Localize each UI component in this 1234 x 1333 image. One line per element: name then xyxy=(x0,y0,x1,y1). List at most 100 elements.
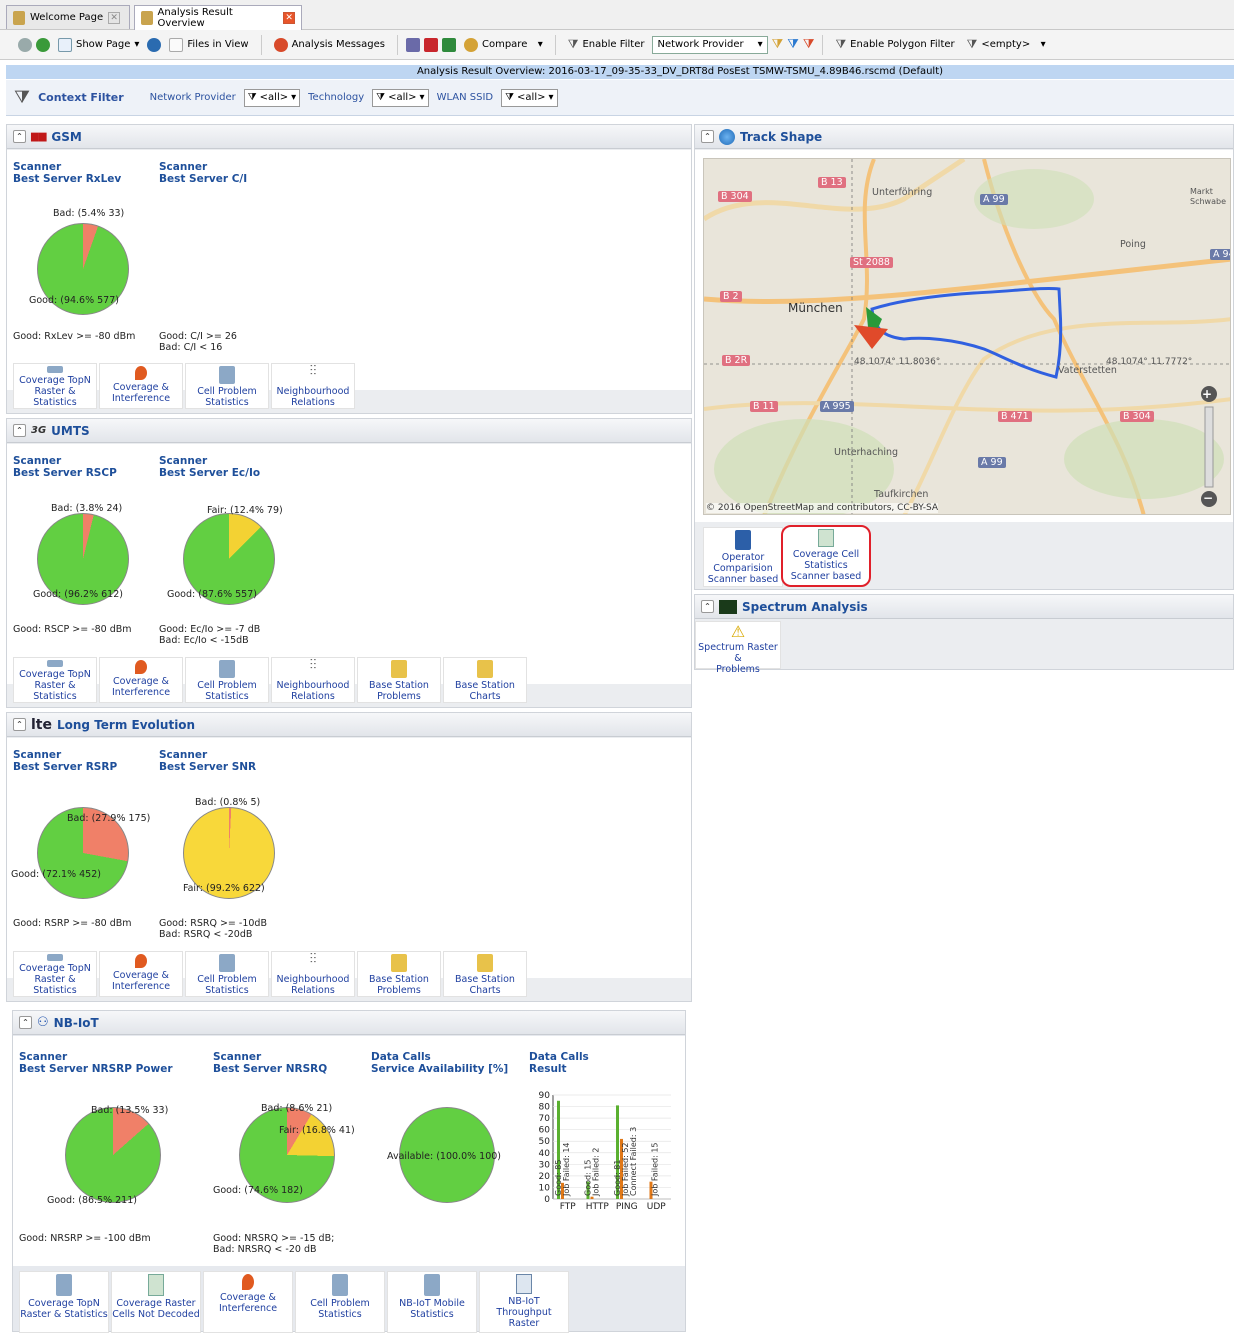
neighbourhood-relations-button[interactable]: ⫶⫶ Neighbourhood Relations xyxy=(271,951,355,997)
report-icon[interactable] xyxy=(405,37,420,52)
cell-problem-statistics-button[interactable]: Cell Problem Statistics xyxy=(185,657,269,703)
page-title: Analysis Result Overview: 2016-03-17_09-… xyxy=(6,65,1234,79)
calculator-icon xyxy=(47,366,63,373)
track-map[interactable]: Unterföhring München Unterhaching Taufki… xyxy=(703,158,1231,515)
compare-button[interactable]: Compare ▾ xyxy=(460,36,547,54)
pdf-icon[interactable] xyxy=(423,37,438,52)
filter-add-icon[interactable]: ⧩ xyxy=(772,37,784,52)
enable-filter-button[interactable]: ⧩ Enable Filter xyxy=(564,35,649,54)
bar-data-label: Job Failed: 2 xyxy=(592,1148,601,1197)
files-in-view-button[interactable]: Files in View xyxy=(165,36,252,54)
context-filter-icon: ⧩ xyxy=(14,87,31,108)
coverage-interference-button[interactable]: Coverage & Interference xyxy=(99,657,183,703)
coverage-cell-statistics-button[interactable]: Coverage Cell Statistics Scanner based xyxy=(781,525,871,587)
tab-analysis-result-overview[interactable]: Analysis Result Overview ✕ xyxy=(134,5,302,30)
gsm-chart2-title: Scanner Best Server C/I xyxy=(159,161,248,185)
calculator-icon xyxy=(47,954,63,961)
lte-pie1-good-label: Good: (72.1% 452) xyxy=(11,869,101,880)
nbiot-pie1-bad-label: Bad: (13.5% 33) xyxy=(91,1105,169,1116)
context-filter-bar: ⧩ Context Filter Network Provider ⧩ <all>… xyxy=(6,80,1234,116)
umts-note2: Good: Ec/Io >= -7 dB Bad: Ec/Io < -15dB xyxy=(159,624,261,646)
wlan-ssid-select[interactable]: ⧩ <all> ▾ xyxy=(501,88,558,107)
cell-problem-statistics-button[interactable]: Cell Problem Statistics xyxy=(185,951,269,997)
operator-comparison-button[interactable]: Operator Comparision Scanner based xyxy=(703,527,783,587)
bar-http-failed xyxy=(590,1196,594,1199)
neighbourhood-relations-button[interactable]: ⫶⫶ Neighbourhood Relations xyxy=(271,363,355,409)
lte-chart2-title: Scanner Best Server SNR xyxy=(159,749,257,773)
zoom-in-icon[interactable]: + xyxy=(1202,387,1212,401)
collapse-icon[interactable]: ⌃ xyxy=(19,1016,32,1029)
wlan-ssid-label: WLAN SSID xyxy=(436,92,494,103)
umts-note1: Good: RSCP >= -80 dBm xyxy=(13,624,132,635)
coverage-topn-button[interactable]: Coverage TopN Raster & Statistics xyxy=(19,1271,109,1333)
base-station-icon xyxy=(391,660,407,678)
lte-pie2-fair-label: Fair: (99.2% 622) xyxy=(183,883,265,894)
coverage-interference-button[interactable]: Coverage & Interference xyxy=(99,951,183,997)
coverage-interference-button[interactable]: Coverage & Interference xyxy=(203,1271,293,1333)
separator xyxy=(396,34,398,55)
y-tick-label: 10 xyxy=(539,1183,551,1193)
nbiot-chart2-title: Scanner Best Server NRSRQ xyxy=(213,1051,328,1075)
network-provider-select[interactable]: ⧩ <all> ▾ xyxy=(243,88,301,107)
coverage-topn-button[interactable]: Coverage TopN Raster & Statistics xyxy=(13,363,97,409)
close-icon[interactable]: ✕ xyxy=(283,12,295,24)
calculator-icon xyxy=(219,660,235,678)
context-filter-label: Context Filter xyxy=(38,91,124,104)
show-page-button[interactable]: Show Page ▾ xyxy=(54,36,143,54)
warning-icon: ⚠ xyxy=(730,622,746,641)
collapse-icon[interactable]: ⌃ xyxy=(13,130,26,143)
network-icon[interactable] xyxy=(147,37,162,52)
map-label-markt-schwaben: Markt Schwabe xyxy=(1190,187,1226,206)
nbiot-buttons: Coverage TopN Raster & Statistics Coverag… xyxy=(19,1271,569,1333)
cell-problem-statistics-button[interactable]: Cell Problem Statistics xyxy=(185,363,269,409)
spectrum-raster-problems-button[interactable]: ⚠ Spectrum Raster & Problems xyxy=(695,621,781,675)
nbiot-throughput-raster-button[interactable]: NB-IoT Throughput Raster xyxy=(479,1271,569,1333)
neighbourhood-relations-button[interactable]: ⫶⫶ Neighbourhood Relations xyxy=(271,657,355,703)
coverage-topn-button[interactable]: Coverage TopN Raster & Statistics xyxy=(13,951,97,997)
road-badge: B 2R xyxy=(722,355,751,366)
y-tick-label: 80 xyxy=(539,1103,551,1113)
chevron-down-icon: ▾ xyxy=(134,39,140,50)
filter-select[interactable]: Network Provider ▾ xyxy=(652,35,768,54)
cell-problem-statistics-button[interactable]: Cell Problem Statistics xyxy=(295,1271,385,1333)
separator xyxy=(554,34,556,55)
technology-label: Technology xyxy=(308,92,365,103)
road-badge: A 995 xyxy=(820,401,854,412)
page-icon xyxy=(13,10,25,25)
forward-icon[interactable] xyxy=(36,37,50,52)
lte-header: ⌃ lte Long Term Evolution xyxy=(7,713,691,737)
enable-polygon-filter-button[interactable]: ⧩ Enable Polygon Filter xyxy=(831,35,958,54)
map-copyright: © 2016 OpenStreetMap and contributors, C… xyxy=(706,503,939,513)
coverage-topn-button[interactable]: Coverage TopN Raster & Statistics xyxy=(13,657,97,703)
lte-note1: Good: RSRP >= -80 dBm xyxy=(13,918,132,929)
filter-apply-icon[interactable]: ⧩ xyxy=(787,37,799,52)
coverage-interference-button[interactable]: Coverage & Interference xyxy=(99,363,183,409)
collapse-icon[interactable]: ⌃ xyxy=(13,424,26,437)
polygon-select[interactable]: ⧩ <empty> ▾ xyxy=(963,35,1050,54)
collapse-icon[interactable]: ⌃ xyxy=(701,600,714,613)
analysis-messages-button[interactable]: Analysis Messages xyxy=(270,36,389,54)
coverage-raster-button[interactable]: Coverage Raster Cells Not Decoded xyxy=(111,1271,201,1333)
map-label-poing: Poing xyxy=(1120,239,1146,250)
nbiot-pie3-label: Available: (100.0% 100) xyxy=(387,1151,502,1162)
nbiot-logo-icon: ⚇ xyxy=(37,1015,49,1030)
base-station-charts-button[interactable]: Base Station Charts xyxy=(443,657,527,703)
filter-remove-icon[interactable]: ⧩ xyxy=(803,37,815,52)
close-icon[interactable]: ✕ xyxy=(108,11,121,24)
technology-select[interactable]: ⧩ <all> ▾ xyxy=(372,88,429,107)
collapse-icon[interactable]: ⌃ xyxy=(701,130,714,143)
base-station-problems-button[interactable]: Base Station Problems xyxy=(357,657,441,703)
gsm-note1: Good: RxLev >= -80 dBm xyxy=(13,331,136,342)
gsm-chart1-title: Scanner Best Server RxLev xyxy=(13,161,122,185)
zoom-out-icon[interactable]: − xyxy=(1203,491,1213,505)
tab-welcome-page[interactable]: Welcome Page ✕ xyxy=(6,5,130,29)
collapse-icon[interactable]: ⌃ xyxy=(13,718,26,731)
nbiot-mobile-statistics-button[interactable]: NB-IoT Mobile Statistics xyxy=(387,1271,477,1333)
gsm-pie-bad-label: Bad: (5.4% 33) xyxy=(53,208,125,219)
nbiot-pie1-good-label: Good: (86.5% 211) xyxy=(47,1195,137,1206)
base-station-charts-button[interactable]: Base Station Charts xyxy=(443,951,527,997)
base-station-problems-button[interactable]: Base Station Problems xyxy=(357,951,441,997)
excel-icon[interactable] xyxy=(441,37,456,52)
chevron-down-icon: ▾ xyxy=(419,92,425,103)
back-icon[interactable] xyxy=(18,37,32,52)
